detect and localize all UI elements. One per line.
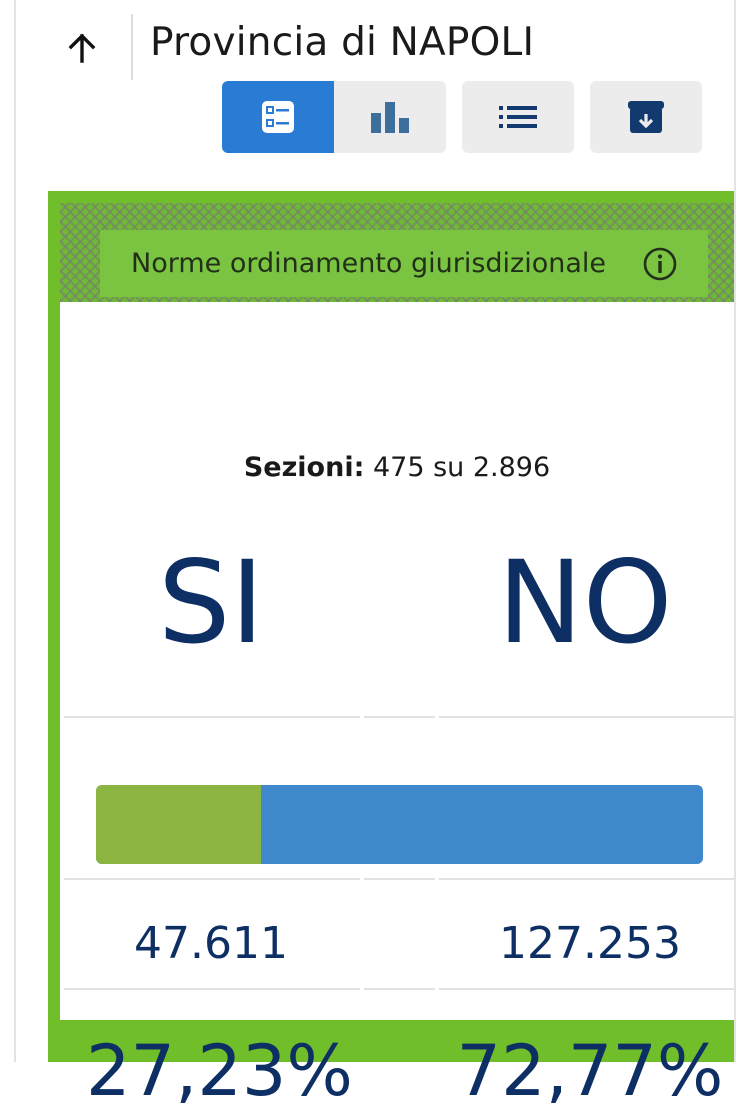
option-si-label: SI: [158, 536, 264, 669]
vote-share-bar: [96, 785, 703, 864]
sezioni-value: 475 su 2.896: [372, 452, 551, 483]
referendum-card: Norme ordinamento giurisdizionale Sezion…: [48, 191, 734, 1112]
divider: [364, 716, 435, 718]
chart-view-button[interactable]: [334, 81, 446, 153]
results-panel: Sezioni: 475 su 2.896 SI NO 47.611 127.2…: [60, 302, 734, 1112]
vote-share-si: [96, 785, 262, 864]
divider: [439, 716, 734, 718]
list-view-button[interactable]: [462, 81, 574, 153]
back-button[interactable]: [60, 26, 104, 70]
divider: [439, 988, 734, 990]
votes-no: 127.253: [499, 918, 681, 969]
divider: [64, 988, 360, 990]
archive-download-icon: [628, 101, 664, 133]
bar-chart-icon: [371, 102, 409, 133]
card-header-pattern: Norme ordinamento giurisdizionale: [60, 203, 734, 302]
sezioni-label: Sezioni:: [243, 452, 365, 483]
divider: [64, 716, 360, 718]
frame-left-border: [14, 0, 16, 1062]
divider: [439, 878, 734, 880]
divider: [364, 988, 435, 990]
list-icon: [499, 106, 537, 128]
summary-cards-icon: [262, 101, 294, 133]
divider: [64, 878, 360, 880]
percent-no: 72,77%: [456, 1030, 724, 1112]
option-no-label: NO: [497, 536, 673, 669]
topic-header: Norme ordinamento giurisdizionale: [100, 230, 708, 297]
arrow-up-icon: [68, 33, 96, 63]
topic-title: Norme ordinamento giurisdizionale: [131, 248, 607, 279]
sezioni-count: Sezioni: 475 su 2.896: [60, 452, 734, 483]
info-icon[interactable]: [642, 246, 678, 282]
percent-si: 27,23%: [86, 1030, 353, 1112]
summary-view-button[interactable]: [222, 81, 334, 153]
title-divider: [131, 14, 133, 80]
frame-right-border: [734, 0, 736, 1062]
page-title: Provincia di NAPOLI: [150, 20, 535, 65]
archive-button[interactable]: [590, 81, 702, 153]
votes-si: 47.611: [134, 918, 288, 969]
divider: [364, 878, 435, 880]
